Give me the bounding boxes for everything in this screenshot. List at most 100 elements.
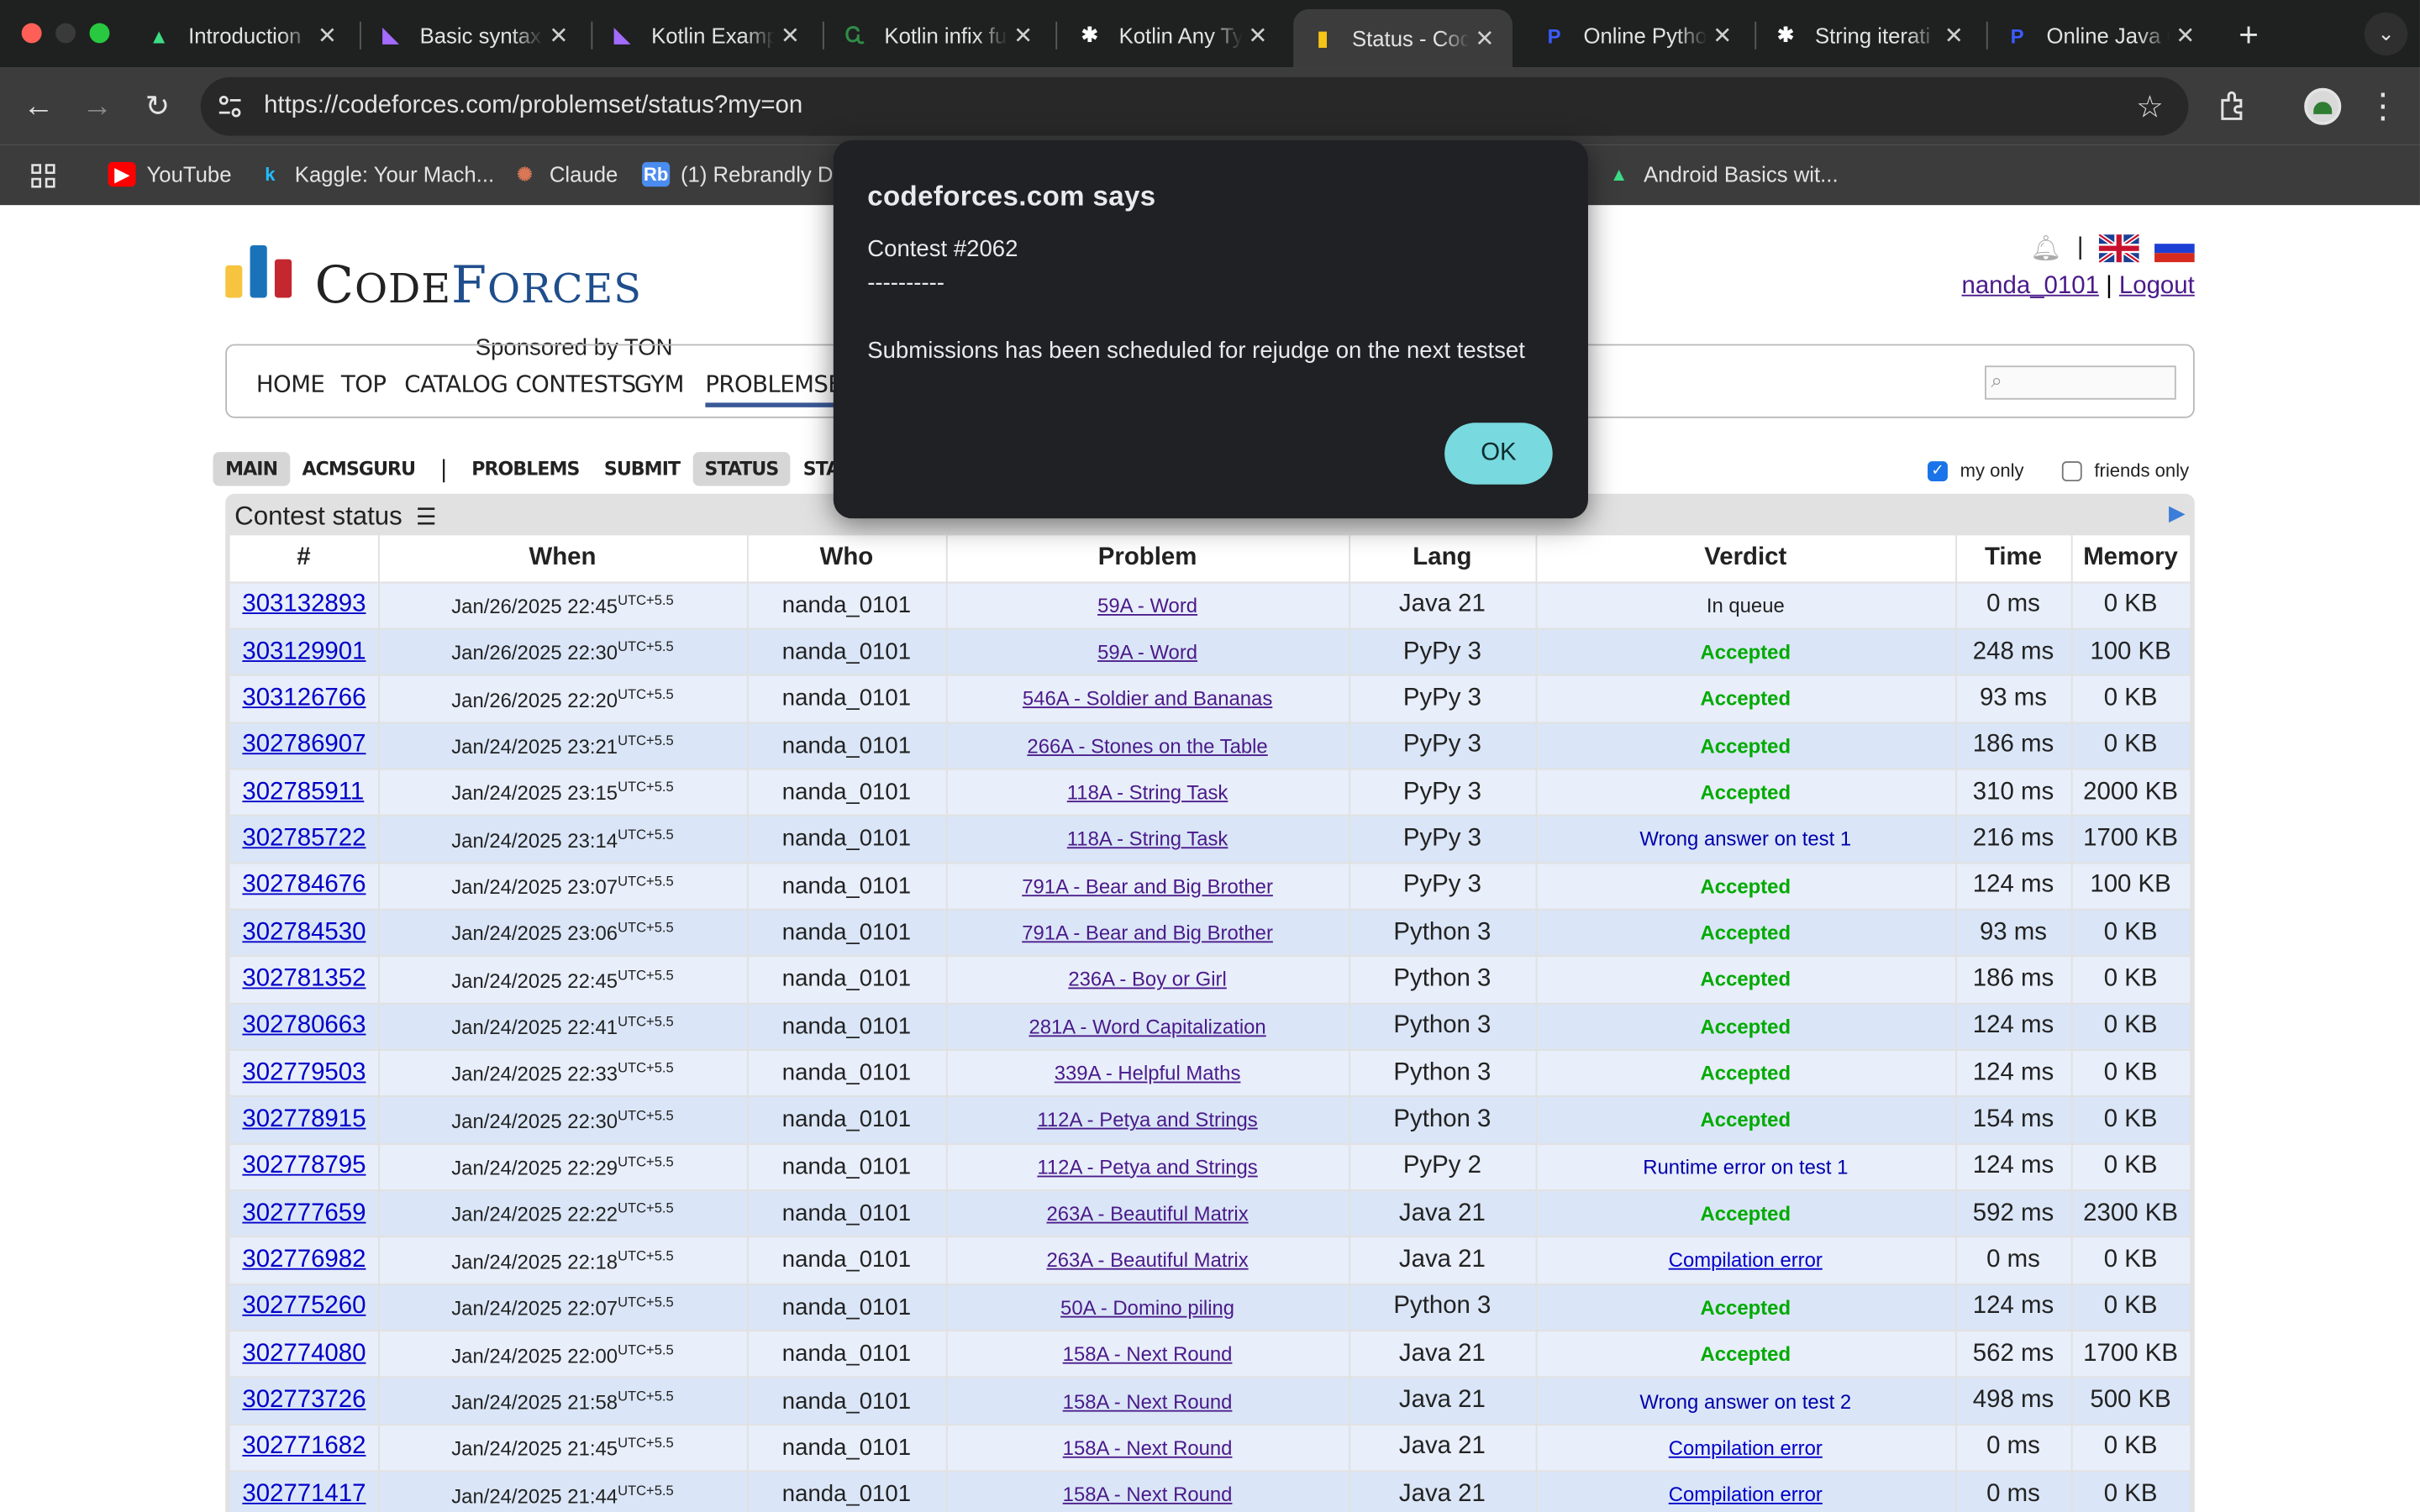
my-only-checkbox[interactable]: ✓ my only [1928,459,2024,481]
problem-link[interactable]: 263A - Beautiful Matrix [1046,1202,1248,1226]
minimize-window-icon[interactable] [55,23,76,44]
tab-5[interactable]: ✱ Kotlin Any Ty ✕ [1060,9,1286,61]
profile-avatar[interactable] [2304,87,2342,125]
uk-flag-icon[interactable] [2098,234,2139,263]
problem-link[interactable]: 791A - Bear and Big Brother [1022,874,1273,898]
problem-link[interactable]: 118A - String Task [1067,780,1228,804]
submenu-item-main[interactable]: MAIN [213,452,290,486]
problem-link[interactable]: 281A - Word Capitalization [1028,1015,1265,1038]
submenu-item-problems[interactable]: PROBLEMS [460,452,592,486]
submission-id-link[interactable]: 303126766 [242,685,366,711]
submission-id-link[interactable]: 302773726 [242,1387,366,1413]
submission-id-link[interactable]: 302784530 [242,919,366,945]
menu-item-catalog[interactable]: CATALOG [404,370,508,398]
menu-item-contests[interactable]: CONTESTS [515,370,636,398]
close-tab-icon[interactable]: ✕ [1707,22,1738,50]
problem-link[interactable]: 339A - Helpful Maths [1055,1062,1241,1085]
submission-id-link[interactable]: 302776982 [242,1247,366,1273]
submenu-item-status[interactable]: STATUS [692,452,792,486]
verdict-label[interactable]: Compilation error [1669,1436,1823,1460]
new-tab-button[interactable]: + [2223,9,2275,61]
url-text[interactable]: https://codeforces.com/problemset/status… [264,92,802,120]
submission-id-link[interactable]: 302786907 [242,732,366,758]
submission-id-link[interactable]: 302779503 [242,1059,366,1085]
verdict-label[interactable]: Compilation error [1669,1249,1823,1273]
address-bar[interactable]: https://codeforces.com/problemset/status… [200,76,2189,136]
problem-link[interactable]: 118A - String Task [1067,827,1228,851]
bookmark-item[interactable]: Rb (1) Rebrandly Da [642,159,845,190]
close-tab-icon[interactable]: ✕ [1243,22,1274,50]
checkbox-empty[interactable] [2061,460,2082,481]
submission-id-link[interactable]: 302780663 [242,1012,366,1038]
list-icon[interactable]: ☰ [416,505,437,531]
submission-id-link[interactable]: 302785911 [242,779,364,805]
problem-link[interactable]: 158A - Next Round [1063,1436,1233,1460]
problem-link[interactable]: 59A - Word [1097,594,1197,617]
tab-7[interactable]: P Online Python ✕ [1525,9,1750,61]
friends-only-checkbox[interactable]: friends only [2061,459,2189,481]
problem-link[interactable]: 236A - Boy or Girl [1068,968,1226,991]
site-info-icon[interactable] [218,94,242,118]
close-tab-icon[interactable]: ✕ [1470,24,1501,52]
submission-id-link[interactable]: 302781352 [242,966,366,992]
submission-id-link[interactable]: 302785722 [242,825,366,851]
close-tab-icon[interactable]: ✕ [312,22,343,50]
bookmark-item[interactable]: ▲ Android Basics wit... [1605,159,1839,190]
problem-link[interactable]: 158A - Next Round [1063,1483,1233,1506]
close-window-icon[interactable] [21,23,42,44]
tab-8[interactable]: ✱ String iterati ✕ [1756,9,1981,61]
tab-search-icon[interactable]: ⌄ [2364,12,2408,56]
submenu-item-acmsguru[interactable]: ACMSGURU [290,452,428,486]
russia-flag-icon[interactable] [2154,234,2195,263]
toggle-arrow-icon[interactable]: ▶ [2169,500,2186,526]
submission-id-link[interactable]: 303129901 [242,638,366,664]
problem-link[interactable]: 266A - Stones on the Table [1027,734,1267,758]
submission-id-link[interactable]: 302771682 [242,1434,366,1460]
bookmark-item[interactable]: ✺ Claude [511,159,618,190]
tab-4[interactable]: Ꮹ Kotlin infix fu ✕ [826,9,1051,61]
tab-3[interactable]: ◣ Kotlin Examples✕ [592,9,818,61]
problem-link[interactable]: 112A - Petya and Strings [1037,1109,1257,1132]
menu-item-top[interactable]: TOP [341,370,387,398]
menu-item-gym[interactable]: GYM [634,370,684,398]
tab-2[interactable]: ◣ Basic syntax ✕ [361,9,587,61]
site-search-input[interactable]: ⌕ [1984,365,2176,400]
problem-link[interactable]: 546A - Soldier and Bananas [1023,687,1272,711]
logout-link[interactable]: Logout [2119,273,2195,299]
submission-id-link[interactable]: 302784676 [242,872,366,898]
problem-link[interactable]: 263A - Beautiful Matrix [1046,1249,1248,1273]
apps-grid-icon[interactable] [31,164,55,188]
submission-id-link[interactable]: 303132893 [242,591,366,617]
notification-bell-icon[interactable]: 🔔︎ [2030,233,2061,264]
problem-link[interactable]: 59A - Word [1097,640,1197,664]
verdict-label[interactable]: Compilation error [1669,1483,1823,1506]
submission-id-link[interactable]: 302778795 [242,1153,366,1179]
bookmark-item[interactable]: ▶ YouTube [108,159,232,190]
problem-link[interactable]: 158A - Next Round [1063,1389,1233,1413]
problem-link[interactable]: 791A - Bear and Big Brother [1022,921,1273,945]
submenu-item-submit[interactable]: SUBMIT [592,452,692,486]
submission-id-link[interactable]: 302771417 [242,1481,366,1507]
bookmark-item[interactable]: k Kaggle: Your Mach... [256,159,494,190]
close-tab-icon[interactable]: ✕ [1939,22,1970,50]
close-tab-icon[interactable]: ✕ [2170,22,2201,50]
close-tab-icon[interactable]: ✕ [544,22,575,50]
close-tab-icon[interactable]: ✕ [775,22,806,50]
submission-id-link[interactable]: 302777659 [242,1200,366,1226]
submission-id-link[interactable]: 302778915 [242,1106,366,1132]
problem-link[interactable]: 158A - Next Round [1063,1342,1233,1366]
back-arrow-icon[interactable]: ← [18,87,59,127]
problem-link[interactable]: 112A - Petya and Strings [1037,1155,1257,1179]
maximize-window-icon[interactable] [89,23,110,44]
extensions-icon[interactable] [2217,90,2250,123]
username-link[interactable]: nanda_0101 [1961,273,2098,299]
ok-button[interactable]: OK [1444,423,1553,485]
checkmark-icon[interactable]: ✓ [1928,460,1948,481]
menu-item-home[interactable]: HOME [256,370,325,398]
bookmark-star-icon[interactable]: ☆ [2136,88,2164,127]
tab-1[interactable]: ▲ Introduction ✕ [129,9,355,61]
tab-9[interactable]: P Online Java C ✕ [1988,9,2213,61]
reload-icon[interactable]: ↻ [137,87,177,127]
submission-id-link[interactable]: 302774080 [242,1340,366,1366]
submission-id-link[interactable]: 302775260 [242,1294,366,1320]
